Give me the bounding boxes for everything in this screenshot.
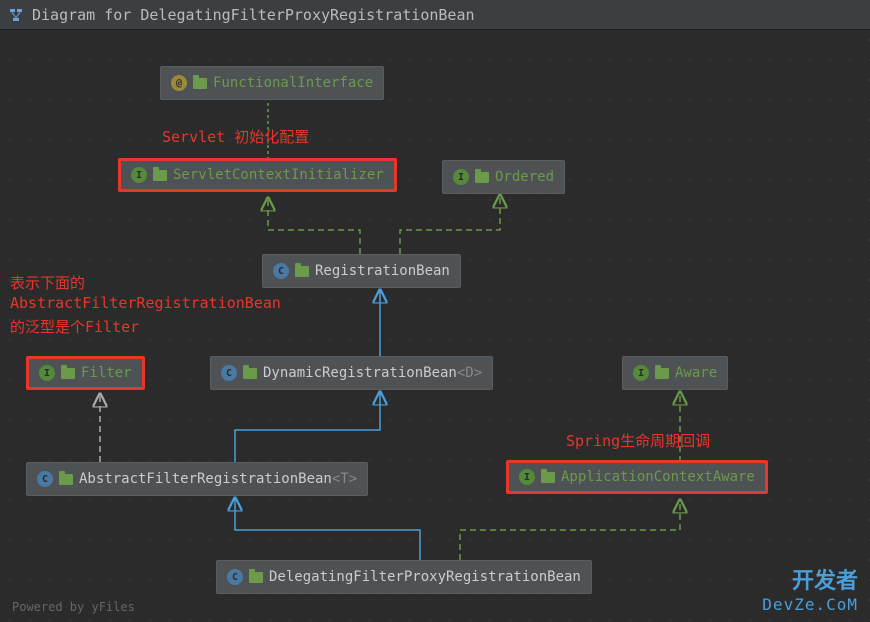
folder-icon [193, 78, 207, 89]
folder-icon [243, 368, 257, 379]
node-label: DelegatingFilterProxyRegistrationBean [269, 569, 581, 585]
node-label: Aware [675, 365, 717, 381]
annotation-filter-3: 的泛型是个Filter [10, 316, 139, 337]
class-icon [273, 263, 289, 279]
diagram-title: Diagram for DelegatingFilterProxyRegistr… [32, 6, 475, 24]
annotation-filter-1: 表示下面的 [10, 272, 85, 293]
folder-icon [153, 170, 167, 181]
class-icon [227, 569, 243, 585]
annotation-spring: Spring生命周期回调 [566, 430, 710, 451]
node-abstract-filter-registration-bean[interactable]: AbstractFilterRegistrationBean<T> [26, 462, 368, 496]
node-label: Filter [81, 365, 132, 381]
node-filter[interactable]: Filter [26, 356, 145, 390]
node-functional-interface[interactable]: FunctionalInterface [160, 66, 384, 100]
watermark: 开发者 DevZe.CoM [762, 563, 858, 614]
folder-icon [295, 266, 309, 277]
node-label: ServletContextInitializer [173, 167, 384, 183]
node-aware[interactable]: Aware [622, 356, 728, 390]
class-icon [221, 365, 237, 381]
diagram-icon [8, 7, 24, 23]
class-icon [37, 471, 53, 487]
folder-icon [249, 572, 263, 583]
folder-icon [541, 472, 555, 483]
interface-icon [39, 365, 55, 381]
watermark-sub: DevZe.CoM [762, 595, 858, 614]
annotation-icon [171, 75, 187, 91]
diagram-canvas[interactable]: FunctionalInterface Servlet 初始化配置 Servle… [0, 30, 870, 622]
watermark-main: 开发者 [762, 563, 858, 595]
node-ordered[interactable]: Ordered [442, 160, 565, 194]
footer-credit: Powered by yFiles [12, 600, 135, 614]
diagram-header: Diagram for DelegatingFilterProxyRegistr… [0, 0, 870, 30]
node-label: AbstractFilterRegistrationBean<T> [79, 471, 357, 487]
node-label: Ordered [495, 169, 554, 185]
node-servlet-context-initializer[interactable]: ServletContextInitializer [118, 158, 397, 192]
node-label: RegistrationBean [315, 263, 450, 279]
folder-icon [61, 368, 75, 379]
node-label: ApplicationContextAware [561, 469, 755, 485]
interface-icon [131, 167, 147, 183]
node-registration-bean[interactable]: RegistrationBean [262, 254, 461, 288]
interface-icon [519, 469, 535, 485]
folder-icon [655, 368, 669, 379]
node-delegating-filter-proxy-registration-bean[interactable]: DelegatingFilterProxyRegistrationBean [216, 560, 592, 594]
interface-icon [633, 365, 649, 381]
node-application-context-aware[interactable]: ApplicationContextAware [506, 460, 768, 494]
annotation-servlet: Servlet 初始化配置 [162, 126, 309, 147]
node-label: FunctionalInterface [213, 75, 373, 91]
annotation-filter-2: AbstractFilterRegistrationBean [10, 294, 281, 312]
folder-icon [59, 474, 73, 485]
node-label: DynamicRegistrationBean<D> [263, 365, 482, 381]
folder-icon [475, 172, 489, 183]
node-dynamic-registration-bean[interactable]: DynamicRegistrationBean<D> [210, 356, 493, 390]
interface-icon [453, 169, 469, 185]
